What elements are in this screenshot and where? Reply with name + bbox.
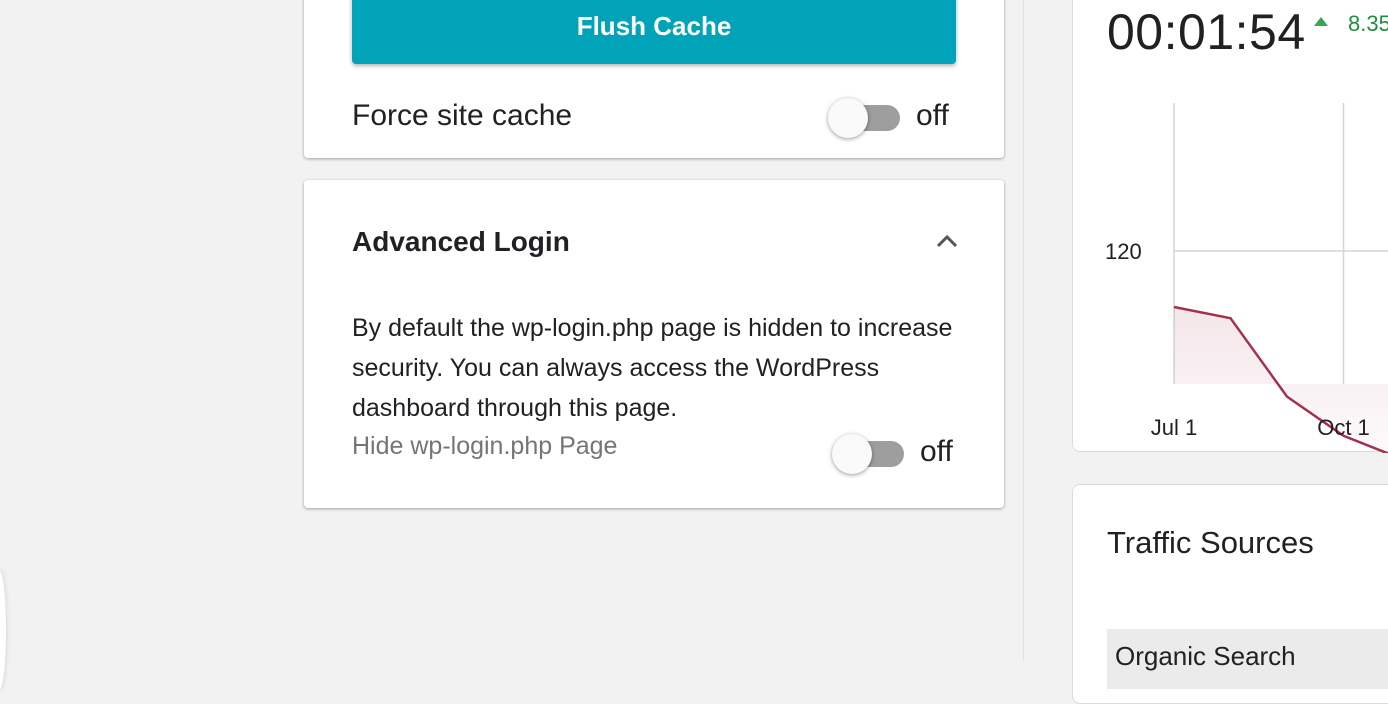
y-tick-label: 120	[1105, 239, 1142, 264]
advanced-login-card: Advanced Login By default the wp-login.p…	[304, 180, 1004, 508]
x-tick-label: Jul 1	[1151, 415, 1197, 440]
force-site-cache-state: off	[916, 99, 949, 132]
flush-cache-button[interactable]: Flush Cache	[352, 0, 956, 64]
traffic-source-row[interactable]: Organic Search	[1107, 629, 1388, 689]
force-site-cache-toggle[interactable]	[828, 98, 900, 138]
force-site-cache-label: Force site cache	[352, 99, 573, 132]
advanced-login-description: By default the wp-login.php page is hidd…	[352, 314, 953, 422]
toggle-knob	[828, 98, 868, 138]
side-panel-edge	[0, 570, 6, 690]
hide-wp-login-label: Hide wp-login.php Page	[352, 432, 618, 460]
hide-wp-login-state: off	[920, 435, 953, 468]
column-divider	[1023, 0, 1024, 660]
traffic-sources-card: Traffic Sources Organic Search	[1072, 484, 1388, 704]
cache-settings-card: Flush Cache Force site cache off	[304, 0, 1004, 158]
hide-wp-login-toggle[interactable]	[832, 434, 904, 474]
toggle-knob	[832, 434, 872, 474]
traffic-sources-title: Traffic Sources	[1107, 525, 1314, 560]
session-duration-card: 00:01:54 8.35 120 Jul 1 Oct 1	[1072, 0, 1388, 453]
chevron-up-icon[interactable]	[936, 230, 958, 252]
trend-chart: 120 Jul 1 Oct 1	[1105, 103, 1388, 453]
traffic-source-label: Organic Search	[1115, 641, 1296, 671]
x-tick-label: Oct 1	[1317, 415, 1370, 440]
advanced-login-title: Advanced Login	[352, 226, 570, 257]
